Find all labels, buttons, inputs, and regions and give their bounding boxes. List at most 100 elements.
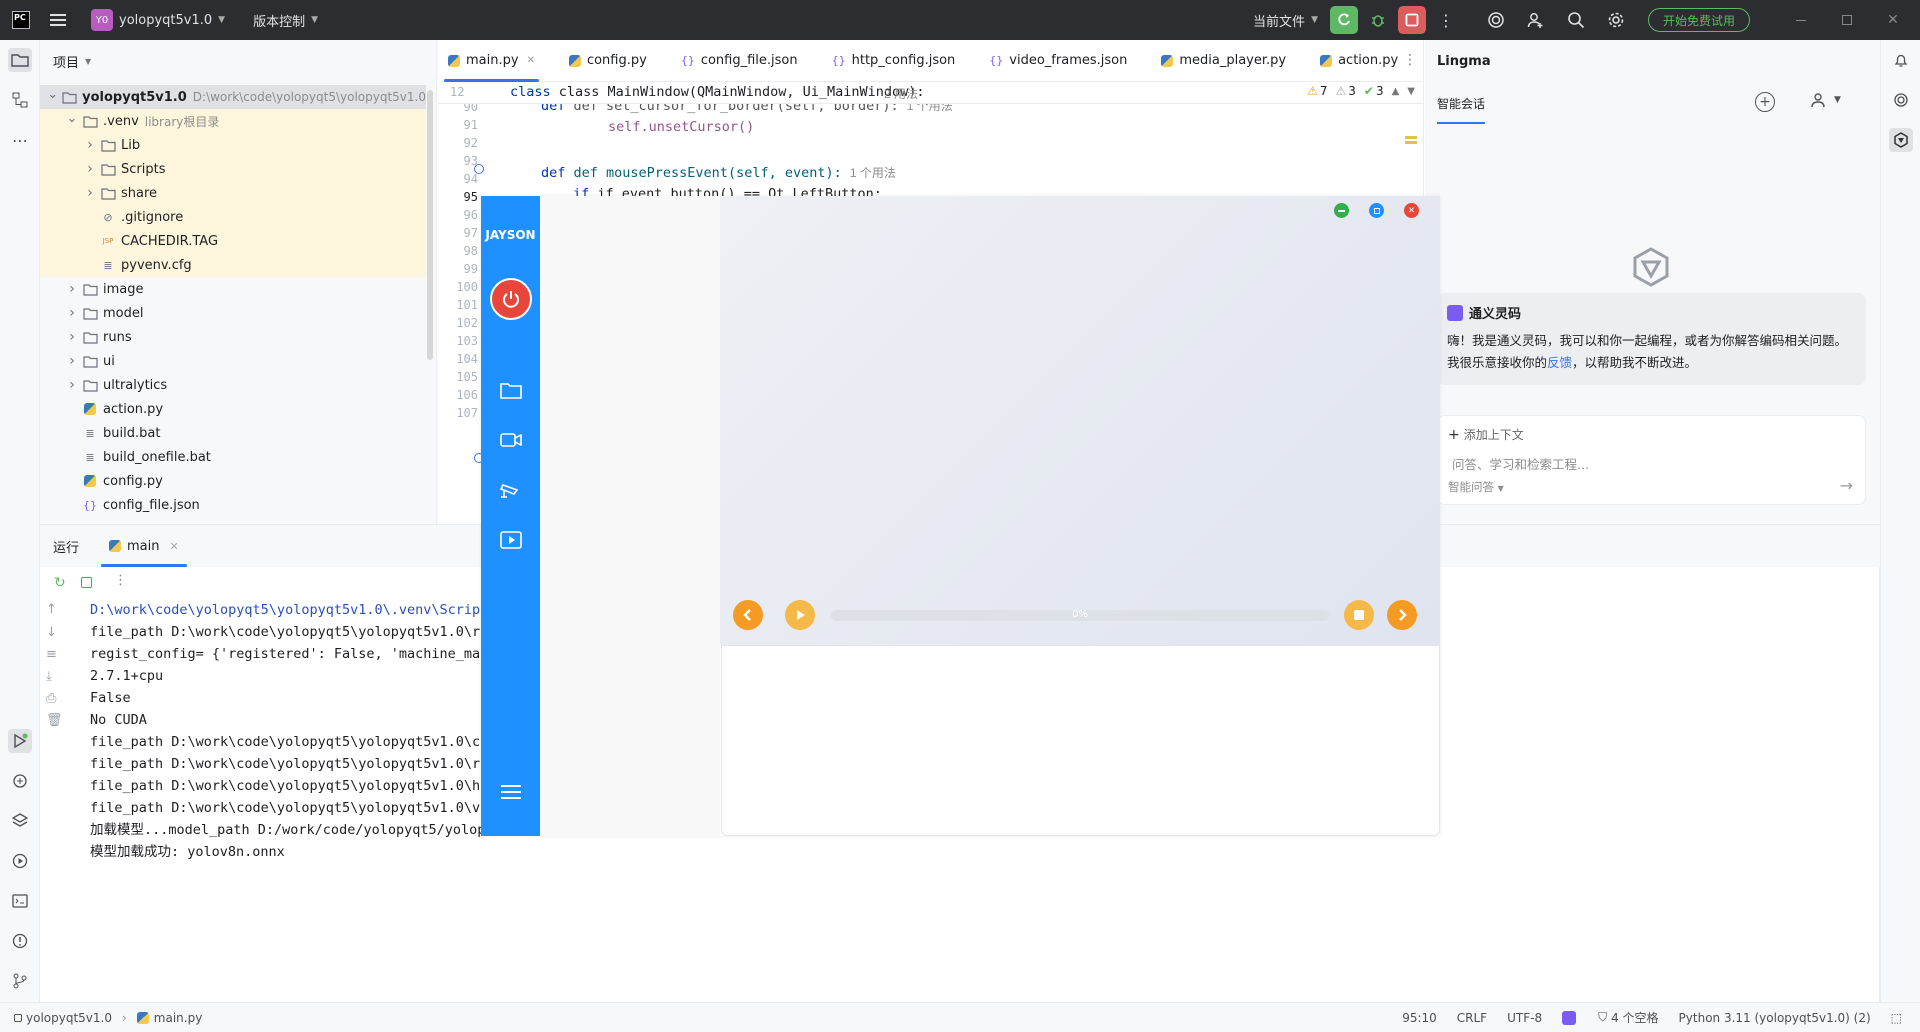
read-only-icon[interactable]: ⬚ xyxy=(1891,1011,1902,1025)
more-vertical-icon[interactable]: ⋮ xyxy=(114,573,127,588)
editor-breadcrumb-more[interactable]: ⋮ xyxy=(1403,52,1417,68)
chevron-up-icon[interactable]: ▲ xyxy=(1392,86,1400,97)
chevron-right-icon[interactable]: › xyxy=(66,305,78,321)
lingma-toolbar-button[interactable] xyxy=(1482,6,1510,34)
arrow-up-icon[interactable]: ↑ xyxy=(46,602,57,617)
vcs-menu[interactable]: 版本控制 ▼ xyxy=(253,0,318,40)
tree-scrollbar[interactable] xyxy=(427,90,433,360)
editor-tab[interactable]: {} config_file.json xyxy=(671,40,808,82)
editor-tab[interactable]: main.py ✕ xyxy=(438,40,545,82)
statusbar-position[interactable]: 95:10 xyxy=(1402,1011,1437,1025)
editor-tab[interactable]: {} http_config.json xyxy=(822,40,966,82)
chevron-down-icon[interactable]: ⌄ xyxy=(47,87,58,102)
tree-item[interactable]: ⊘ .gitignore xyxy=(40,205,426,229)
chevron-right-icon[interactable]: › xyxy=(66,281,78,297)
tree-item[interactable]: ≣ build_onefile.bat xyxy=(40,445,426,469)
line-number[interactable]: 106 xyxy=(456,388,478,402)
open-folder-button[interactable] xyxy=(499,378,523,402)
close-icon[interactable]: ✕ xyxy=(170,540,179,553)
close-icon[interactable]: ✕ xyxy=(527,55,535,66)
editor-tab[interactable]: media_player.py xyxy=(1151,40,1296,82)
app-close-button[interactable]: ✕ xyxy=(1404,203,1419,218)
stop-button[interactable] xyxy=(1397,6,1426,34)
tree-item[interactable]: action.py xyxy=(40,397,426,421)
line-number[interactable]: 100 xyxy=(456,280,478,294)
line-number[interactable]: 102 xyxy=(456,316,478,330)
app-menu-button[interactable] xyxy=(499,780,523,804)
tree-item[interactable]: › share xyxy=(40,181,426,205)
cctv-button[interactable] xyxy=(499,478,523,502)
chevron-right-icon[interactable]: › xyxy=(66,329,78,345)
arrow-down-icon[interactable]: ↓ xyxy=(46,625,57,640)
send-button[interactable]: → xyxy=(1840,476,1853,495)
project-panel-header[interactable]: 项目 ▼ xyxy=(40,40,436,82)
main-menu-button[interactable] xyxy=(41,0,77,40)
line-number[interactable]: 103 xyxy=(456,334,478,348)
tree-item[interactable]: ⌄ yolopyqt5v1.0 D:\work\code\yolopyqt5\yol… xyxy=(40,85,426,109)
app-minimize-button[interactable] xyxy=(1334,203,1349,218)
chevron-right-icon[interactable]: › xyxy=(84,185,96,201)
chevron-down-icon[interactable]: ▼ xyxy=(1407,86,1415,97)
close-window-button[interactable]: ✕ xyxy=(1870,0,1916,40)
run-config-selector[interactable]: 当前文件 ▼ xyxy=(1253,0,1318,40)
chevron-down-icon[interactable]: ⌄ xyxy=(66,111,78,126)
python-packages-button[interactable] xyxy=(8,769,32,793)
maximize-window-button[interactable] xyxy=(1824,0,1870,40)
tree-item[interactable]: {} config_file.json xyxy=(40,493,426,517)
tree-item[interactable]: › image xyxy=(40,277,426,301)
code-line-90[interactable]: self.unsetCursor() xyxy=(608,119,754,135)
project-switcher[interactable]: Y0 yolopyqt5v1.0 ▼ xyxy=(91,0,225,40)
camera-button[interactable] xyxy=(499,428,523,452)
progress-bar[interactable]: 0% xyxy=(831,609,1329,621)
tree-item[interactable]: ≣ build.bat xyxy=(40,421,426,445)
user-menu-button[interactable]: ▼ xyxy=(1810,92,1841,108)
editor-tab[interactable]: config.py xyxy=(559,40,657,82)
play-video-button[interactable] xyxy=(499,528,523,552)
scroll-to-end-icon[interactable]: ⤓ xyxy=(46,669,52,684)
stop-icon[interactable] xyxy=(81,577,92,588)
tree-item[interactable]: › ultralytics xyxy=(40,373,426,397)
soft-wrap-icon[interactable]: ≡ xyxy=(46,647,57,662)
tree-item[interactable]: › ui xyxy=(40,349,426,373)
line-number[interactable]: 107 xyxy=(456,406,478,420)
chat-input-box[interactable]: + 添加上下文 问答、学习和检索工程... 智能问答 ▼ → xyxy=(1437,415,1866,505)
trash-icon[interactable]: 🗑 xyxy=(46,713,63,728)
statusbar-interpreter[interactable]: Python 3.11 (yolopyqt5v1.0) (2) xyxy=(1679,1011,1871,1025)
code-line-92[interactable]: def def mousePressEvent(self, event): 1 … xyxy=(541,164,896,181)
statusbar-file[interactable]: main.py xyxy=(154,1011,203,1025)
tree-item[interactable]: › Scripts xyxy=(40,157,426,181)
chevron-right-icon[interactable]: › xyxy=(66,377,78,393)
line-number[interactable]: 92 xyxy=(464,136,478,150)
settings-button[interactable] xyxy=(1602,6,1630,34)
run-tab-main[interactable]: main ✕ xyxy=(97,525,191,567)
notifications-button[interactable] xyxy=(1889,48,1913,72)
statusbar-encoding[interactable]: UTF-8 xyxy=(1507,1011,1542,1025)
tree-item[interactable]: config.py xyxy=(40,469,426,493)
power-button[interactable] xyxy=(490,278,532,320)
previous-button[interactable] xyxy=(733,600,763,630)
tree-item[interactable]: ⌄ .venv library根目录 xyxy=(40,109,426,133)
tree-item[interactable]: › model xyxy=(40,301,426,325)
rerun-icon[interactable]: ↻ xyxy=(54,575,66,591)
minimize-window-button[interactable] xyxy=(1778,0,1824,40)
tree-item[interactable]: › runs xyxy=(40,325,426,349)
line-number[interactable]: 99 xyxy=(464,262,478,276)
stop-playback-button[interactable] xyxy=(1344,600,1374,630)
lingma-spiral-button[interactable] xyxy=(1889,88,1913,112)
lingma-status-icon[interactable] xyxy=(1562,1010,1577,1025)
lingma-tab-chat[interactable]: 智能会话 xyxy=(1437,92,1486,124)
new-chat-button[interactable]: + xyxy=(1755,92,1775,112)
tree-item[interactable]: ≣ pyvenv.cfg xyxy=(40,253,426,277)
chevron-right-icon[interactable]: › xyxy=(66,353,78,369)
chevron-right-icon[interactable]: › xyxy=(84,137,96,153)
structure-tool-button[interactable] xyxy=(8,88,32,112)
python-console-button[interactable] xyxy=(8,809,32,833)
next-button[interactable] xyxy=(1387,600,1417,630)
app-maximize-button[interactable] xyxy=(1369,203,1384,218)
override-marker-icon[interactable] xyxy=(474,164,484,174)
problems-button[interactable] xyxy=(8,929,32,953)
statusbar-indent[interactable]: 4 个空格 xyxy=(1611,1009,1658,1026)
services-button[interactable] xyxy=(8,849,32,873)
terminal-button[interactable] xyxy=(8,889,32,913)
tree-item[interactable]: › Lib xyxy=(40,133,426,157)
